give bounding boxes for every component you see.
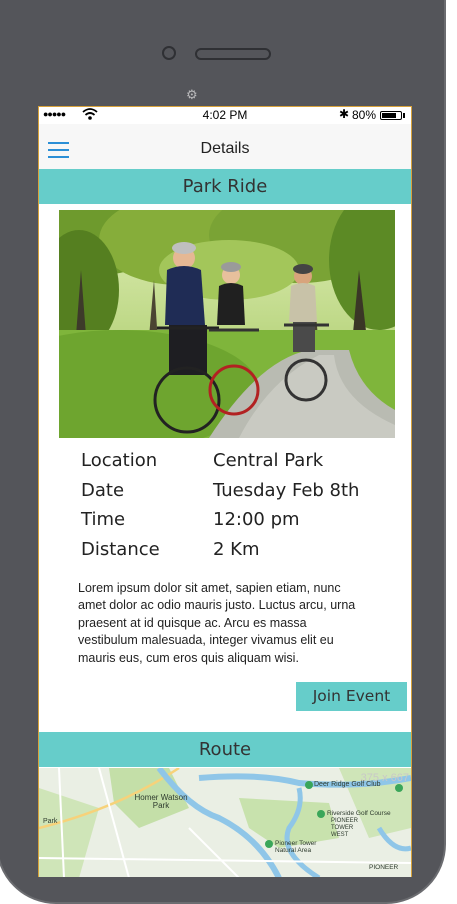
detail-value: Central Park: [213, 450, 324, 471]
phone-mockup: ⚙ ●●●●● 4:02 PM ✱ 80% ⚙ Details: [0, 0, 457, 904]
bluetooth-icon: ✱: [339, 107, 350, 121]
event-photo: [59, 210, 395, 438]
app-screen: ●●●●● 4:02 PM ✱ 80% ⚙ Details Park Ride: [38, 106, 412, 877]
detail-label: Location: [81, 450, 158, 471]
detail-value: 12:00 pm: [213, 509, 300, 530]
battery-fill: [382, 113, 396, 118]
nav-header: Details: [39, 124, 411, 169]
gear-icon: ⚙: [186, 88, 198, 103]
battery-percent: 80%: [352, 108, 377, 122]
map-label-pioneer-west: PIONEER TOWER WEST: [331, 818, 359, 838]
map-label-park: Park: [43, 818, 58, 825]
map-label-pioneer: PIONEER: [369, 864, 399, 871]
event-title: Park Ride: [39, 169, 411, 204]
status-bar: ●●●●● 4:02 PM ✱ 80%: [39, 107, 411, 124]
detail-label: Date: [81, 479, 125, 501]
join-event-button[interactable]: Join Event: [296, 682, 407, 711]
detail-value: 2 Km: [213, 538, 260, 560]
battery-icon: [380, 111, 402, 120]
camera-icon: [162, 46, 176, 60]
detail-label: Time: [81, 509, 126, 530]
page-title: Details: [200, 140, 250, 157]
route-title: Route: [39, 732, 411, 767]
event-description: Lorem ipsum dolor sit amet, sapien etiam…: [78, 581, 356, 665]
map-label-pioneer-natural: Pioneer Tower Natural Area: [275, 840, 317, 854]
map-label-homer-watson: Homer Watson Park: [134, 793, 188, 810]
route-map[interactable]: 375 x 667 Homer Watson Park Deer Ridge G…: [39, 768, 411, 877]
battery-tip: [403, 113, 405, 118]
detail-value: Tuesday Feb 8th: [213, 479, 360, 501]
map-label-riverside: Riverside Golf Course: [327, 810, 391, 817]
speaker-grille: [195, 48, 271, 60]
map-label-deer-ridge: Deer Ridge Golf Club: [314, 781, 381, 788]
detail-label: Distance: [81, 538, 160, 560]
